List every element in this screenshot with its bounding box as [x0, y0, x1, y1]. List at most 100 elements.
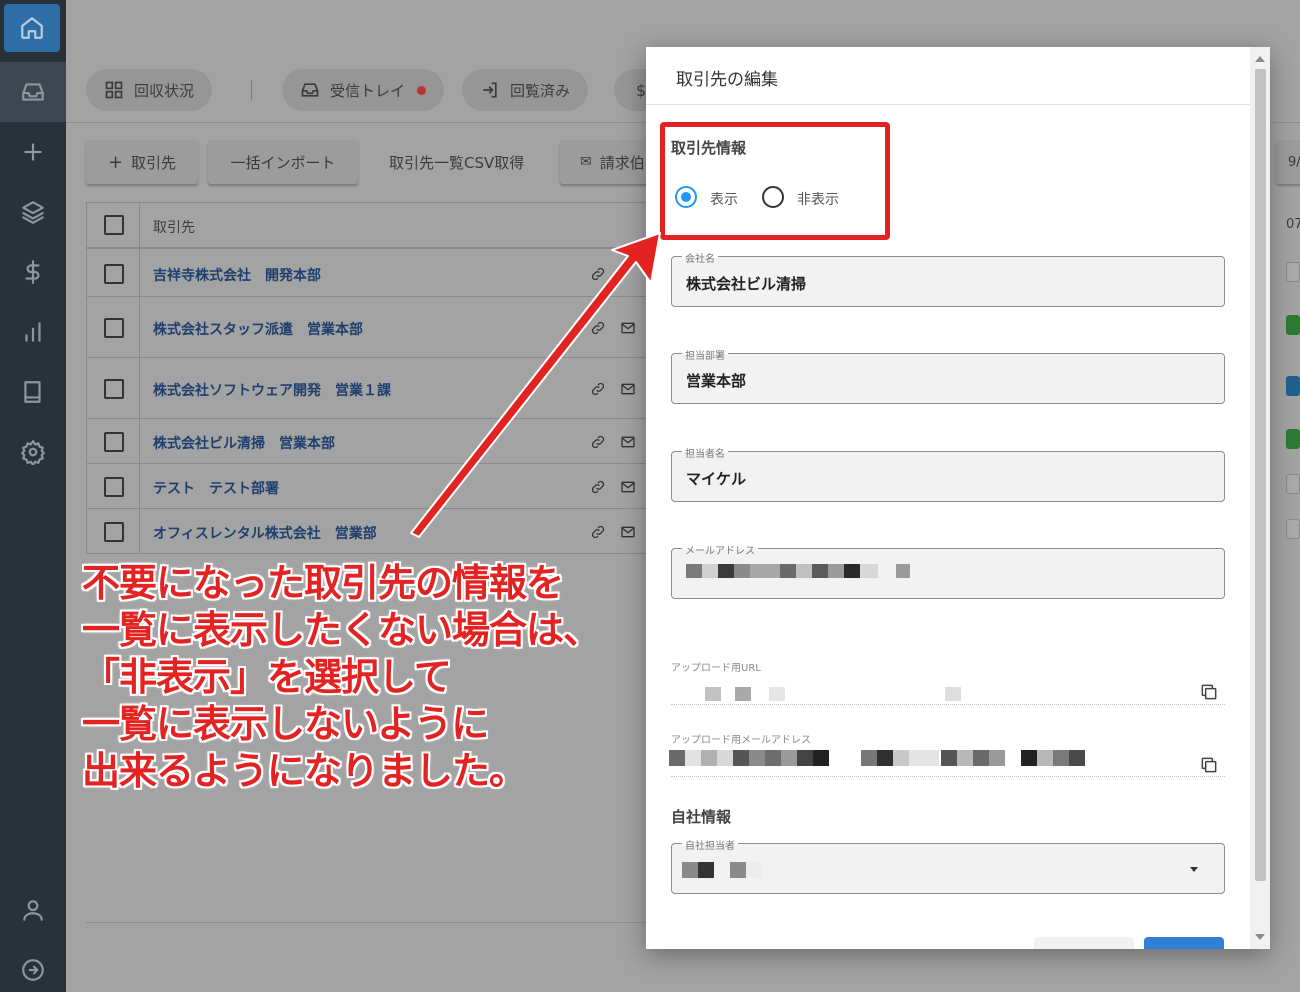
annotation-line-5: 出来るようになりました。 — [82, 749, 527, 793]
link-icon[interactable] — [590, 320, 606, 336]
row-checkbox[interactable] — [104, 431, 124, 452]
department-label: 担当部署 — [682, 347, 728, 362]
header-partner: 取引先 — [153, 220, 195, 236]
mail-icon[interactable] — [620, 524, 636, 540]
divider — [251, 80, 252, 100]
row-checkbox[interactable] — [104, 521, 124, 542]
company-name-label: 会社名 — [682, 250, 718, 265]
partner-name-link[interactable]: テスト テスト部署 — [153, 478, 279, 498]
own-person-label: 自社担当者 — [682, 837, 738, 852]
partner-name-link[interactable]: オフィスレンタル株式会社 営業部 — [153, 523, 377, 543]
upload-url-label: アップロード用URL — [671, 663, 761, 674]
copy-icon[interactable] — [1199, 682, 1219, 702]
link-icon[interactable] — [590, 381, 606, 397]
partner-name-link[interactable]: 株式会社ソフトウェア開発 営業１課 — [153, 380, 391, 400]
bulk-import-label: 一括インポート — [230, 153, 336, 172]
partner-name-link[interactable]: 株式会社ビル清掃 営業本部 — [153, 433, 335, 453]
month-label: 9/ — [1288, 154, 1300, 170]
annotation-line-2: 一覧に表示したくない場合は、 — [82, 608, 601, 652]
annotation-line-1: 不要になった取引先の情報を — [82, 561, 564, 605]
table-row[interactable]: 株式会社ソフトウェア開発 営業１課 — [87, 358, 685, 419]
scroll-up-arrow[interactable] — [1255, 56, 1265, 62]
plus-icon[interactable] — [0, 122, 66, 182]
tab-more-icon: $ — [636, 80, 647, 100]
bulk-import-button[interactable]: 一括インポート — [208, 140, 358, 184]
status-chip — [1286, 429, 1300, 449]
tab-collection[interactable]: 回収状況 — [86, 69, 213, 111]
mail-icon[interactable] — [620, 434, 636, 450]
cancel-button[interactable] — [1034, 937, 1134, 949]
partner-name-link[interactable]: 吉祥寺株式会社 開発本部 — [153, 265, 321, 285]
user-icon[interactable] — [0, 880, 66, 940]
own-section-title: 自社情報 — [671, 808, 732, 826]
mail-icon[interactable] — [620, 479, 636, 495]
copy-icon[interactable] — [1199, 755, 1219, 775]
row-checkbox[interactable] — [104, 317, 124, 338]
inbox-icon[interactable] — [0, 62, 66, 122]
csv-export-label: 取引先一覧CSV取得 — [389, 153, 525, 172]
link-icon[interactable] — [590, 479, 606, 495]
table-row[interactable]: オフィスレンタル株式会社 営業部 — [87, 509, 685, 554]
add-partner-button[interactable]: + 取引先 — [86, 140, 198, 184]
plus-icon: + — [107, 151, 124, 173]
department-value: 営業本部 — [686, 372, 747, 390]
table-row[interactable]: 株式会社スタッフ派遣 営業本部 — [87, 297, 685, 358]
footer-divider — [86, 922, 646, 923]
scroll-down-arrow[interactable] — [1255, 934, 1265, 940]
tab-viewed-label: 回覧済み — [510, 81, 571, 100]
status-chip — [1286, 519, 1300, 539]
table-row[interactable]: テスト テスト部署 — [87, 464, 685, 509]
dollar-icon[interactable] — [0, 242, 66, 302]
tab-viewed[interactable]: 回覧済み — [462, 69, 589, 111]
contact-name-label: 担当者名 — [682, 445, 728, 460]
book-icon[interactable] — [0, 362, 66, 422]
contact-name-field[interactable]: 担当者名 マイケル — [671, 445, 1225, 502]
link-icon[interactable] — [590, 266, 606, 282]
company-name-value: 株式会社ビル清掃 — [686, 275, 807, 293]
status-chip — [1286, 315, 1300, 335]
save-button[interactable] — [1144, 937, 1224, 949]
status-chip — [1286, 474, 1300, 494]
bar-chart-icon[interactable] — [0, 302, 66, 362]
partner-name-link[interactable]: 株式会社スタッフ派遣 営業本部 — [153, 319, 363, 339]
dialog-title: 取引先の編集 — [676, 70, 778, 90]
table-row[interactable]: 株式会社ビル清掃 営業本部 — [87, 419, 685, 464]
chevron-down-icon — [1190, 867, 1198, 872]
annotation-caption: 不要になった取引先の情報を 一覧に表示したくない場合は、 「非表示」を選択して … — [82, 560, 601, 795]
row-checkbox[interactable] — [104, 264, 124, 284]
department-field[interactable]: 担当部署 営業本部 — [671, 347, 1225, 404]
table-row[interactable]: 吉祥寺株式会社 開発本部 — [87, 251, 685, 297]
email-field[interactable]: メールアドレス — [671, 542, 1225, 599]
gear-icon[interactable] — [0, 422, 66, 482]
company-name-field[interactable]: 会社名 株式会社ビル清掃 — [671, 250, 1225, 307]
mail-icon: ✉ — [580, 154, 592, 170]
row-checkbox[interactable] — [104, 378, 124, 399]
mail-icon[interactable] — [620, 320, 636, 336]
annotation-line-3: 「非表示」を選択して — [82, 655, 452, 699]
tab-inbox-label: 受信トレイ — [330, 81, 406, 100]
column-header-date: 07 — [1286, 217, 1300, 232]
unread-dot — [417, 85, 427, 95]
contact-name-value: マイケル — [686, 470, 747, 488]
upload-mail-underline — [671, 776, 1225, 777]
csv-export-button[interactable]: 取引先一覧CSV取得 — [389, 140, 524, 184]
layers-icon[interactable] — [0, 182, 66, 242]
own-person-select[interactable]: 自社担当者 — [671, 837, 1225, 894]
select-all-checkbox[interactable] — [104, 215, 124, 235]
grid-icon — [105, 81, 123, 99]
table-header: 取引先 — [87, 203, 685, 249]
tab-inbox[interactable]: 受信トレイ — [282, 69, 445, 111]
row-checkbox[interactable] — [104, 476, 124, 497]
upload-url-underline — [671, 704, 1225, 705]
sidebar — [0, 0, 66, 992]
logout-icon[interactable] — [0, 940, 66, 992]
scroll-thumb[interactable] — [1255, 69, 1266, 881]
dialog-scrollbar[interactable] — [1250, 47, 1270, 949]
highlight-box — [660, 122, 890, 240]
link-icon[interactable] — [590, 524, 606, 540]
mail-icon[interactable] — [620, 381, 636, 397]
annotation-line-4: 一覧に表示しないように — [82, 702, 489, 746]
month-chip[interactable]: 9/ — [1276, 140, 1300, 184]
home-icon[interactable] — [4, 4, 60, 52]
link-icon[interactable] — [590, 434, 606, 450]
